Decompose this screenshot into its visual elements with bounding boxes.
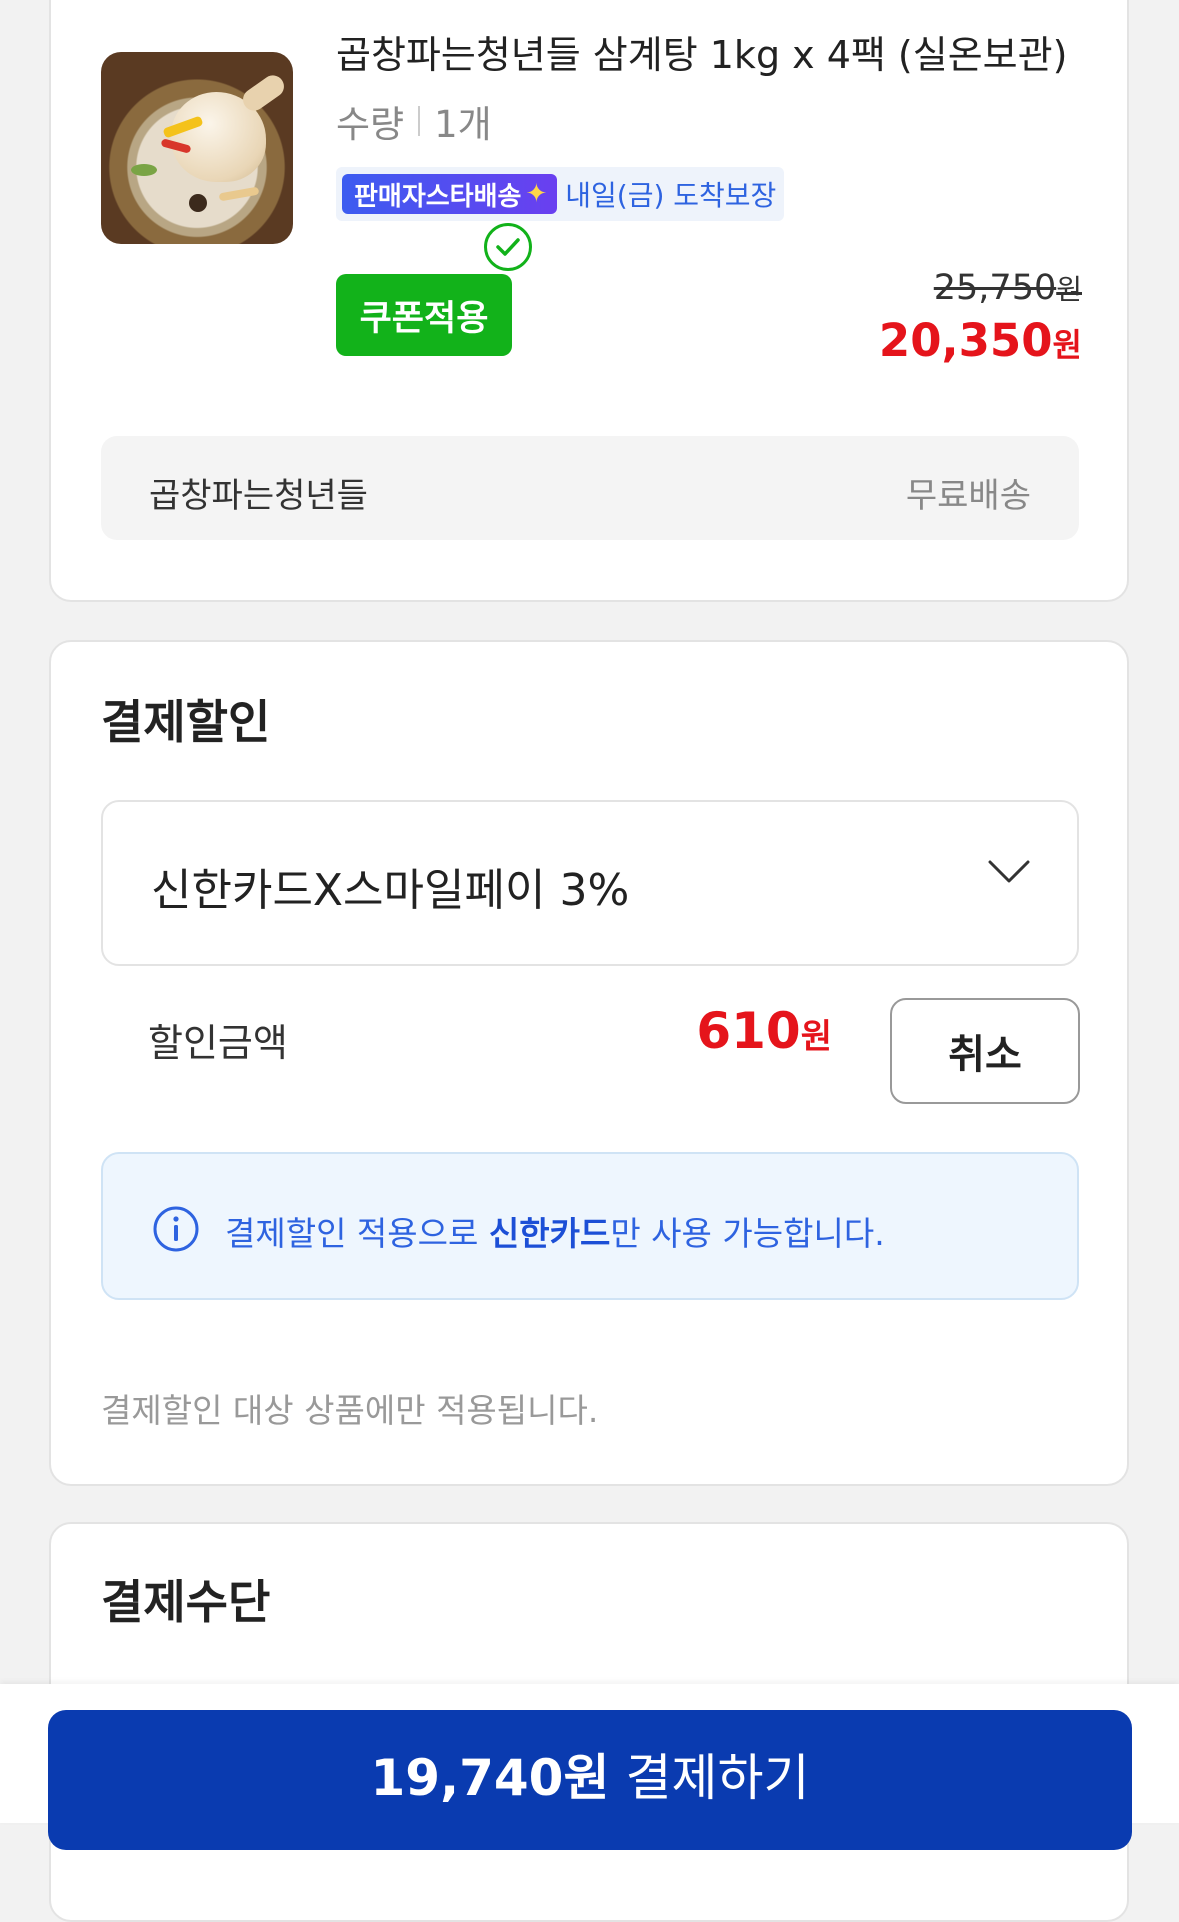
coupon-applied-button[interactable]: 쿠폰적용: [336, 274, 512, 356]
seller-name: 곱창파는청년들: [149, 476, 368, 516]
star-delivery-badge-text: 판매자스타배송: [354, 181, 522, 212]
product-card: 곱창파는청년들 삼계탕 1kg x 4팩 (실온보관) 수량 1개 판매자스타배…: [49, 0, 1129, 602]
section-title-payment: 결제수단: [101, 1575, 271, 1629]
discount-note: 결제할인 대상 상품에만 적용됩니다.: [101, 1391, 599, 1430]
delivery-tag: 판매자스타배송 ✦ 내일(금) 도착보장: [336, 167, 784, 221]
quantity-value: 1개: [434, 103, 492, 146]
checkout-amount: 19,740원: [370, 1749, 610, 1807]
shipping-fee: 무료배송: [905, 476, 1031, 516]
quantity-divider: [418, 106, 421, 136]
section-title-discount: 결제할인: [101, 695, 271, 749]
checkout-label: 결제하기: [625, 1749, 810, 1807]
product-thumbnail[interactable]: [101, 52, 293, 244]
discount-amount-label: 할인금액: [148, 1021, 288, 1065]
discount-amount: 610원: [696, 1002, 832, 1060]
check-icon: [484, 223, 532, 271]
sparkle-icon: ✦: [525, 179, 548, 209]
quantity: 수량 1개: [336, 94, 492, 148]
chevron-down-icon: [987, 858, 1031, 890]
seller-shipping-row: 곱창파는청년들 무료배송: [101, 436, 1079, 540]
info-icon: [151, 1204, 201, 1258]
delivery-guarantee: 내일(금) 도착보장: [565, 179, 777, 212]
original-price: 25,750원: [933, 268, 1082, 308]
sale-price: 20,350원: [878, 314, 1082, 367]
star-delivery-badge: 판매자스타배송 ✦: [342, 174, 558, 214]
quantity-label: 수량: [336, 103, 405, 146]
checkout-button[interactable]: 19,740원 결제하기: [48, 1710, 1132, 1850]
product-name[interactable]: 곱창파는청년들 삼계탕 1kg x 4팩 (실온보관): [336, 24, 1067, 79]
cancel-discount-button[interactable]: 취소: [890, 998, 1080, 1104]
discount-info-box: 결제할인 적용으로 신한카드만 사용 가능합니다.: [101, 1152, 1079, 1300]
discount-select-value: 신한카드X스마일페이 3%: [151, 865, 630, 916]
discount-info-text: 결제할인 적용으로 신한카드만 사용 가능합니다.: [225, 1214, 885, 1253]
checkout-bar: 19,740원 결제하기: [0, 1684, 1179, 1850]
payment-discount-card: 결제할인 신한카드X스마일페이 3% 할인금액 610원 취소 결제할인 적용으…: [49, 640, 1129, 1486]
discount-select[interactable]: 신한카드X스마일페이 3%: [101, 800, 1079, 966]
